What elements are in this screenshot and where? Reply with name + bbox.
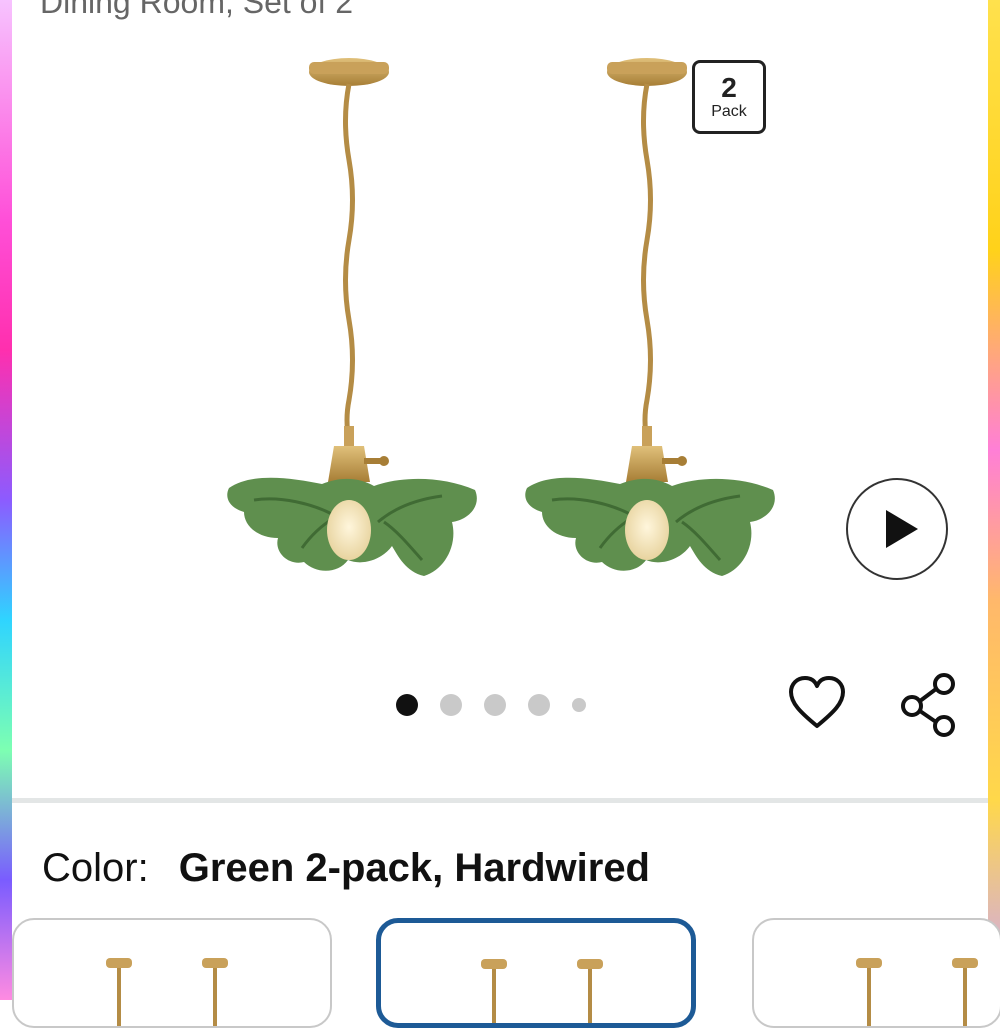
pendant-lamp-1 — [227, 58, 477, 576]
carousel-dot-3[interactable] — [484, 694, 506, 716]
share-button[interactable] — [898, 672, 960, 738]
product-image — [227, 58, 775, 576]
left-edge-glow — [0, 0, 12, 1000]
carousel-dot-1[interactable] — [396, 694, 418, 716]
add-to-wishlist-button[interactable] — [786, 672, 848, 734]
color-swatch-2-selected[interactable] — [376, 918, 696, 1028]
color-selection: Color: Green 2-pack, Hardwired — [42, 846, 650, 891]
carousel-dots — [396, 692, 586, 718]
swatch-thumbnail — [106, 958, 228, 1026]
pack-badge: 2 Pack — [692, 60, 766, 134]
swatch-thumbnail — [856, 958, 978, 1026]
play-video-button[interactable] — [846, 478, 948, 580]
pack-label: Pack — [711, 103, 747, 120]
carousel-dot-2[interactable] — [440, 694, 462, 716]
section-divider — [12, 798, 988, 803]
pendant-lamp-2 — [525, 58, 775, 576]
pack-count: 2 — [721, 72, 737, 103]
play-icon — [886, 510, 918, 548]
heart-icon — [789, 676, 845, 728]
right-edge-glow — [988, 0, 1000, 1000]
share-icon — [901, 673, 955, 737]
product-image-gallery[interactable] — [12, 0, 988, 760]
color-label: Color: — [42, 846, 149, 890]
swatch-thumbnail — [481, 959, 603, 1023]
color-swatch-1[interactable] — [12, 918, 332, 1028]
color-value: Green 2-pack, Hardwired — [178, 846, 650, 890]
carousel-dot-5[interactable] — [572, 698, 586, 712]
carousel-dot-4[interactable] — [528, 694, 550, 716]
color-swatch-3[interactable] — [752, 918, 1000, 1028]
